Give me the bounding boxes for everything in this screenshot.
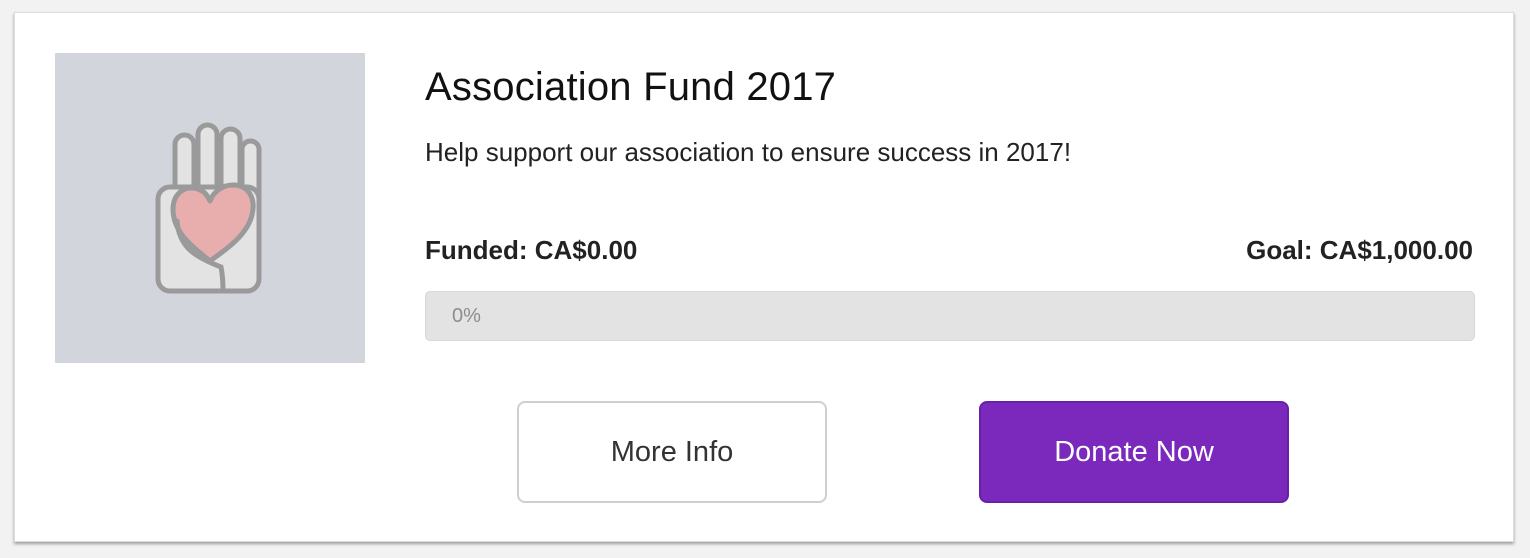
hand-heart-icon: [155, 122, 262, 293]
donate-now-button[interactable]: Donate Now: [979, 401, 1289, 503]
campaign-description: Help support our association to ensure s…: [425, 137, 1072, 167]
campaign-title: Association Fund 2017: [425, 65, 837, 109]
goal-amount: Goal: CA$1,000.00: [1246, 235, 1473, 265]
campaign-card: Association Fund 2017 Help support our a…: [14, 12, 1514, 542]
campaign-image: [55, 53, 365, 363]
funding-progress-bar: 0%: [425, 291, 1475, 341]
more-info-button[interactable]: More Info: [517, 401, 827, 503]
funded-amount: Funded: CA$0.00: [425, 235, 638, 265]
progress-percent-label: 0%: [452, 305, 481, 327]
